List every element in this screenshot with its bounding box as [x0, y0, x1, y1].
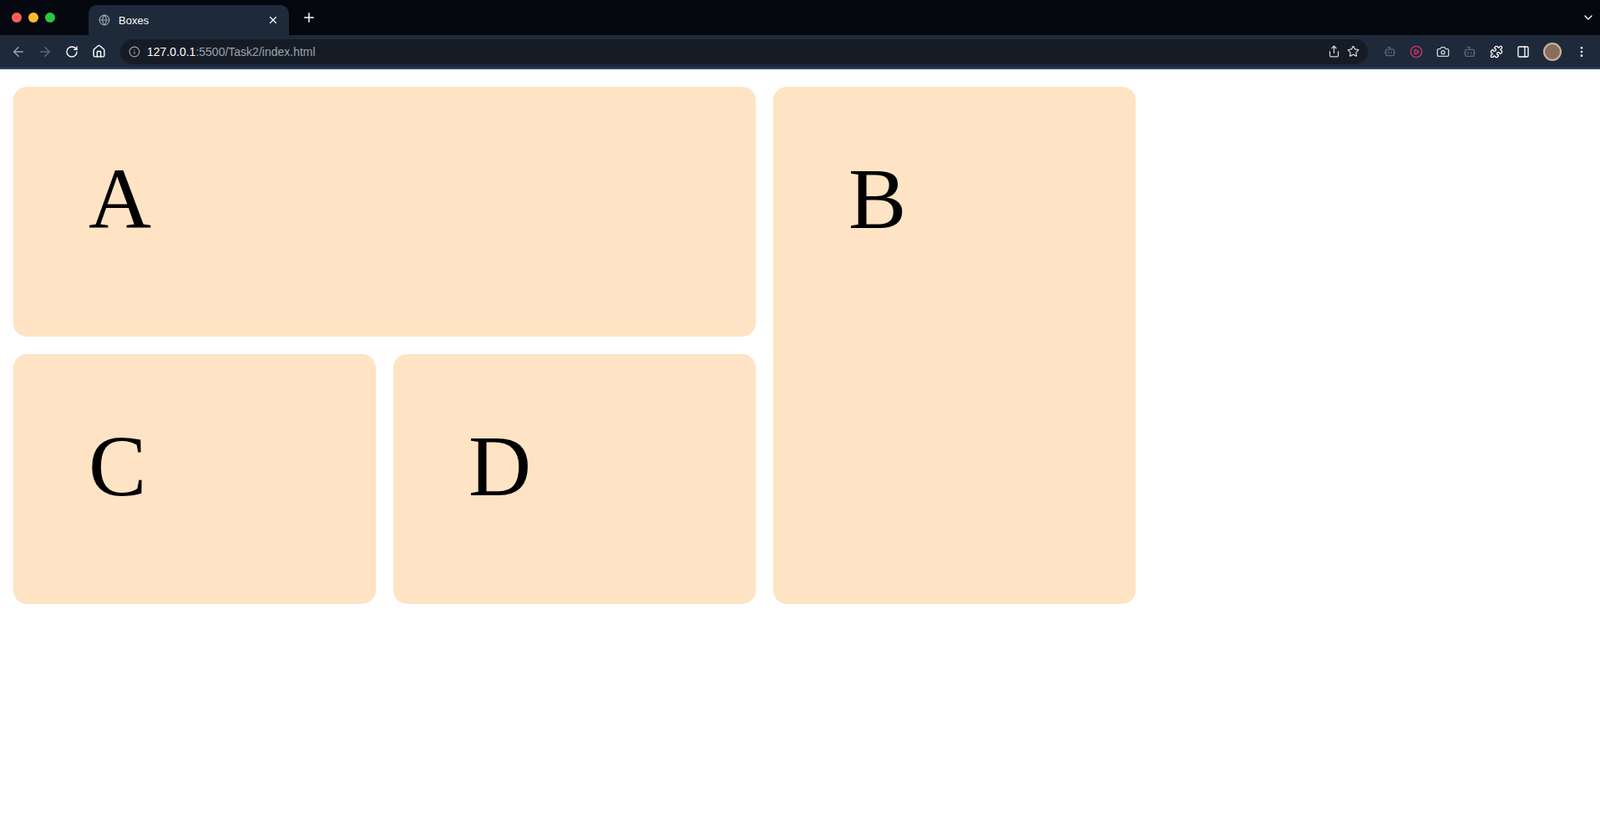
play-icon: [1409, 45, 1423, 59]
robot-icon: [1463, 45, 1477, 59]
plus-icon: [301, 10, 317, 26]
back-button[interactable]: [6, 40, 31, 64]
minimize-window-button[interactable]: [28, 12, 39, 23]
box: A: [13, 86, 756, 337]
extensions-button[interactable]: [1484, 40, 1509, 64]
extension-button[interactable]: [1431, 40, 1455, 64]
globe-icon: [98, 14, 111, 26]
forward-button[interactable]: [33, 40, 57, 64]
browser-tab[interactable]: Boxes: [88, 5, 289, 36]
toolbar: 127.0.0.1:5500/Task2/index.html: [0, 35, 1600, 70]
box: B: [773, 86, 1136, 604]
reload-icon: [65, 45, 79, 59]
tab-search-button[interactable]: [1576, 5, 1600, 30]
box-grid: AB CD: [13, 86, 1587, 604]
url: 127.0.0.1:5500/Task2/index.html: [146, 45, 316, 59]
side-panel-icon: [1516, 45, 1530, 59]
close-tab-icon[interactable]: [267, 14, 279, 26]
extension-button[interactable]: [1458, 40, 1482, 64]
page: AB CD: [0, 69, 1600, 836]
arrow-left-icon: [10, 44, 26, 60]
url-path: :5500/Task2/index.html: [195, 45, 315, 59]
tab-strip: Boxes: [0, 0, 1600, 36]
extension-button[interactable]: [1404, 40, 1428, 64]
home-button[interactable]: [86, 40, 111, 64]
window-controls: [11, 12, 56, 23]
box: D: [393, 354, 756, 604]
close-window-button[interactable]: [11, 12, 22, 23]
tab-title: Boxes: [118, 14, 259, 27]
menu-button[interactable]: [1569, 40, 1594, 64]
chevron-down-icon: [1581, 10, 1595, 25]
camera-icon: [1436, 45, 1450, 59]
star-icon[interactable]: [1346, 45, 1360, 58]
url-host: 127.0.0.1: [146, 45, 196, 59]
side-panel-button[interactable]: [1511, 40, 1535, 64]
profile-avatar[interactable]: [1543, 42, 1562, 61]
box: C: [13, 354, 376, 604]
maximize-window-button[interactable]: [45, 12, 56, 23]
arrow-right-icon: [37, 44, 53, 60]
browser-window: Boxes 127.0.0.1:5500/Task2/index.html AB CD: [0, 0, 1600, 836]
robot-icon: [1383, 45, 1397, 58]
new-tab-button[interactable]: [297, 5, 321, 30]
info-icon[interactable]: [128, 45, 141, 58]
reload-button[interactable]: [60, 40, 84, 64]
address-bar[interactable]: 127.0.0.1:5500/Task2/index.html: [120, 39, 1368, 65]
share-icon[interactable]: [1327, 45, 1341, 58]
more-icon: [1574, 45, 1589, 59]
extension-button[interactable]: [1377, 40, 1402, 64]
home-icon: [91, 44, 107, 59]
puzzle-icon: [1489, 45, 1504, 59]
